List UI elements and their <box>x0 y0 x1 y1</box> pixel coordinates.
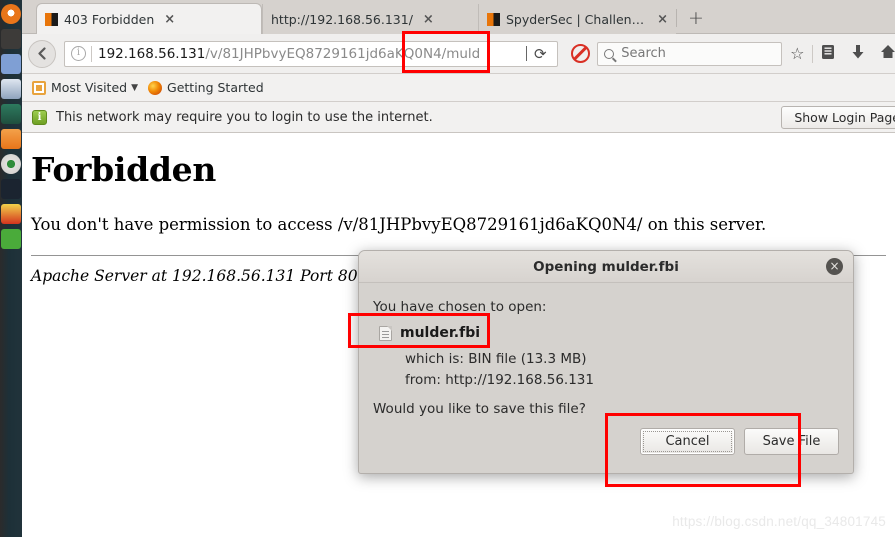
dialog-title: Opening mulder.fbi <box>533 258 679 275</box>
launcher-item-warning-app[interactable] <box>1 204 21 224</box>
bookmark-most-visited[interactable]: Most Visited ▼ <box>32 80 138 95</box>
search-input[interactable]: Search <box>597 41 783 66</box>
dialog-file-row: mulder.fbi <box>379 325 853 341</box>
tab-favicon-icon <box>45 12 58 26</box>
tab-192-168-56-131[interactable]: http://192.168.56.131/ × <box>262 4 478 34</box>
back-button-icon[interactable] <box>28 39 56 68</box>
bookmarks-toolbar: Most Visited ▼ Getting Started <box>22 74 895 102</box>
watermark: https://blog.csdn.net/qq_34801745 <box>672 514 886 529</box>
back-arrow-icon <box>37 47 46 60</box>
search-placeholder: Search <box>621 46 666 61</box>
launcher-item-firefox[interactable] <box>1 129 21 149</box>
most-visited-icon <box>32 80 46 95</box>
dialog-button-row: Cancel Save File <box>640 428 839 455</box>
cancel-button[interactable]: Cancel <box>640 428 735 455</box>
notification-message: This network may require you to login to… <box>56 109 433 125</box>
opening-file-dialog: Opening mulder.fbi × You have chosen to … <box>358 250 854 474</box>
launcher-item-ubuntu-software[interactable] <box>1 4 21 24</box>
new-tab-button[interactable]: + <box>685 8 707 30</box>
tab-close-icon[interactable]: × <box>657 12 668 27</box>
page-title: Forbidden <box>31 150 217 189</box>
tab-close-icon[interactable]: × <box>164 12 175 27</box>
page-body-text: You don't have permission to access /v/8… <box>31 215 767 234</box>
url-path: /v/81JHPbvyEQ8729161jd6aKQ0N4/muld <box>205 45 481 62</box>
launcher-item-green-app[interactable] <box>1 229 21 249</box>
launcher-item-media-player[interactable] <box>1 154 21 174</box>
dialog-file-type: which is: BIN file (13.3 MB) <box>405 351 587 367</box>
show-login-page-label: Show Login Page <box>794 110 895 125</box>
bookmark-label: Most Visited <box>51 80 128 95</box>
dialog-question: Would you like to save this file? <box>373 401 586 417</box>
save-file-button-label: Save File <box>762 434 821 449</box>
network-login-notification-bar: i This network may require you to login … <box>22 102 895 133</box>
search-icon <box>604 48 615 59</box>
cancel-button-label: Cancel <box>665 434 710 449</box>
firefox-window: 403 Forbidden × http://192.168.56.131/ ×… <box>22 0 895 537</box>
info-icon: i <box>32 109 47 125</box>
dialog-file-name: mulder.fbi <box>400 325 481 341</box>
library-icon[interactable] <box>813 44 843 64</box>
reload-button-icon[interactable]: ⟳ <box>527 45 553 63</box>
tab-strip: 403 Forbidden × http://192.168.56.131/ ×… <box>22 0 895 34</box>
url-bar[interactable]: i 192.168.56.131/v/81JHPbvyEQ8729161jd6a… <box>64 40 559 67</box>
tab-403-forbidden[interactable]: 403 Forbidden × <box>36 3 262 34</box>
launcher-item-dark-app[interactable] <box>1 179 21 199</box>
url-separator <box>91 45 92 62</box>
launcher-item-text-editor[interactable] <box>1 54 21 74</box>
launcher-item-security-shield[interactable] <box>1 79 21 99</box>
dialog-file-source: from: http://192.168.56.131 <box>405 372 594 388</box>
bookmark-star-icon[interactable]: ☆ <box>782 44 812 63</box>
tab-separator <box>676 9 677 27</box>
navigation-toolbar: i 192.168.56.131/v/81JHPbvyEQ8729161jd6a… <box>22 34 895 74</box>
bookmark-label: Getting Started <box>167 80 264 95</box>
downloads-icon[interactable] <box>843 44 873 64</box>
launcher-item-terminal-cactus[interactable] <box>1 104 21 124</box>
url-host: 192.168.56.131 <box>98 45 206 62</box>
dialog-titlebar: Opening mulder.fbi × <box>359 251 853 283</box>
tab-label: 403 Forbidden <box>64 11 155 27</box>
launcher-item-files[interactable] <box>1 29 21 49</box>
dialog-chosen-label: You have chosen to open: <box>373 299 547 315</box>
dialog-body: You have chosen to open: mulder.fbi whic… <box>359 283 853 417</box>
page-info-icon[interactable]: i <box>71 46 86 61</box>
save-file-button[interactable]: Save File <box>744 428 839 455</box>
bookmark-getting-started[interactable]: Getting Started <box>148 80 264 95</box>
content-blocked-icon[interactable] <box>571 44 591 63</box>
tab-spydersec-challenge[interactable]: SpyderSec | Challenge × <box>478 4 676 34</box>
home-icon[interactable] <box>873 44 895 63</box>
tab-label: SpyderSec | Challenge <box>506 11 648 27</box>
chevron-down-icon: ▼ <box>131 82 139 93</box>
firefox-icon <box>148 80 163 95</box>
unity-launcher[interactable] <box>0 0 22 537</box>
tab-label: http://192.168.56.131/ <box>271 11 413 27</box>
tab-close-icon[interactable]: × <box>423 12 434 27</box>
bin-file-icon <box>379 325 392 341</box>
url-text[interactable]: 192.168.56.131/v/81JHPbvyEQ8729161jd6aKQ… <box>98 45 528 62</box>
show-login-page-button[interactable]: Show Login Page <box>781 106 895 129</box>
close-icon[interactable]: × <box>826 258 843 275</box>
tab-favicon-icon <box>487 12 500 26</box>
